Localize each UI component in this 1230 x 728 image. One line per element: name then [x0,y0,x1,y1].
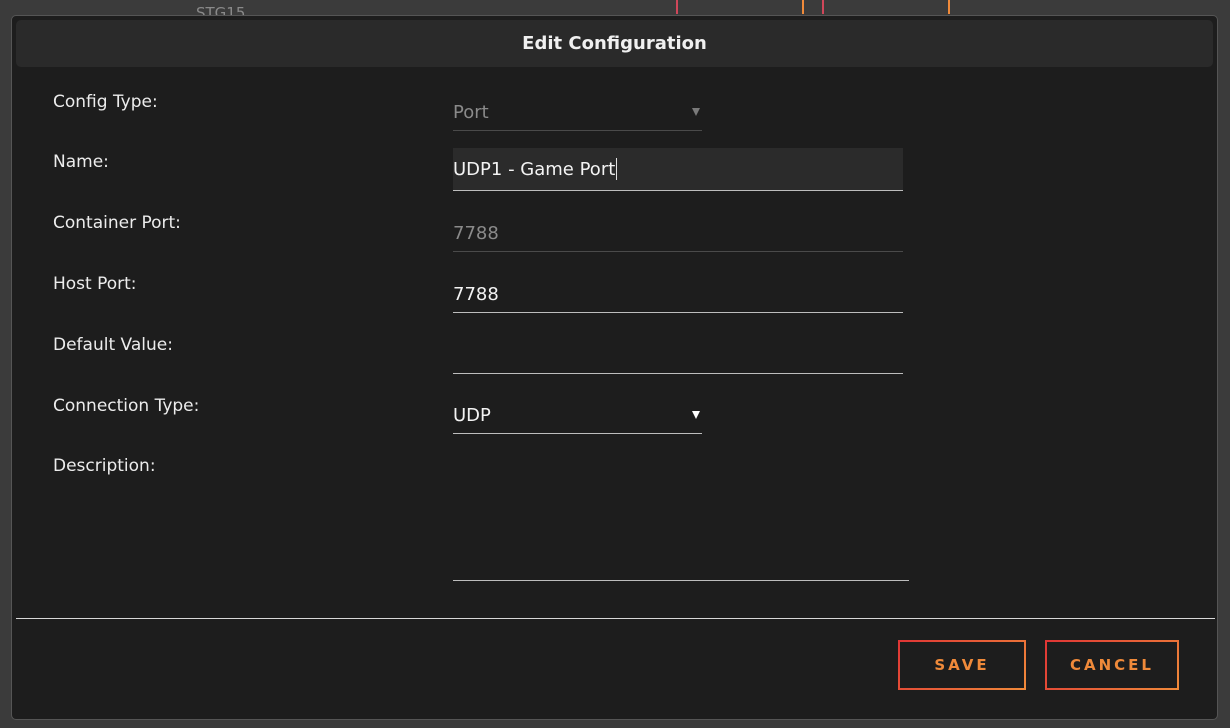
save-button[interactable]: SAVE [898,640,1026,690]
dialog-header: Edit Configuration [16,20,1213,67]
container-port-label: Container Port: [53,213,181,233]
background-accent-line [676,0,678,14]
container-port-input[interactable]: 7788 [453,215,903,252]
default-value-input[interactable] [453,337,903,374]
cancel-button[interactable]: CANCEL [1045,640,1179,690]
description-label: Description: [53,456,156,476]
config-type-value: Port [453,101,489,123]
config-type-select[interactable]: Port [453,94,702,131]
background-accent-line [822,0,824,14]
config-type-label: Config Type: [53,92,158,112]
host-port-input[interactable]: 7788 [453,276,903,313]
text-cursor [616,158,618,180]
connection-type-select[interactable]: UDP [453,397,702,434]
name-value: UDP1 - Game Port [453,158,616,180]
dialog-title: Edit Configuration [522,33,707,54]
container-port-value: 7788 [453,222,499,244]
default-value-label: Default Value: [53,335,173,355]
background-accent-line [802,0,804,14]
name-label: Name: [53,152,109,172]
dropdown-arrow-icon [692,411,700,419]
edit-configuration-dialog: Edit Configuration Config Type: Port Nam… [11,15,1218,720]
description-textarea[interactable] [453,456,909,581]
background-accent-line [948,0,950,14]
dropdown-arrow-icon [692,108,700,116]
footer-divider [16,618,1215,619]
name-input[interactable]: UDP1 - Game Port [453,148,903,191]
host-port-value: 7788 [453,283,499,305]
connection-type-value: UDP [453,404,491,426]
host-port-label: Host Port: [53,274,137,294]
connection-type-label: Connection Type: [53,396,200,416]
